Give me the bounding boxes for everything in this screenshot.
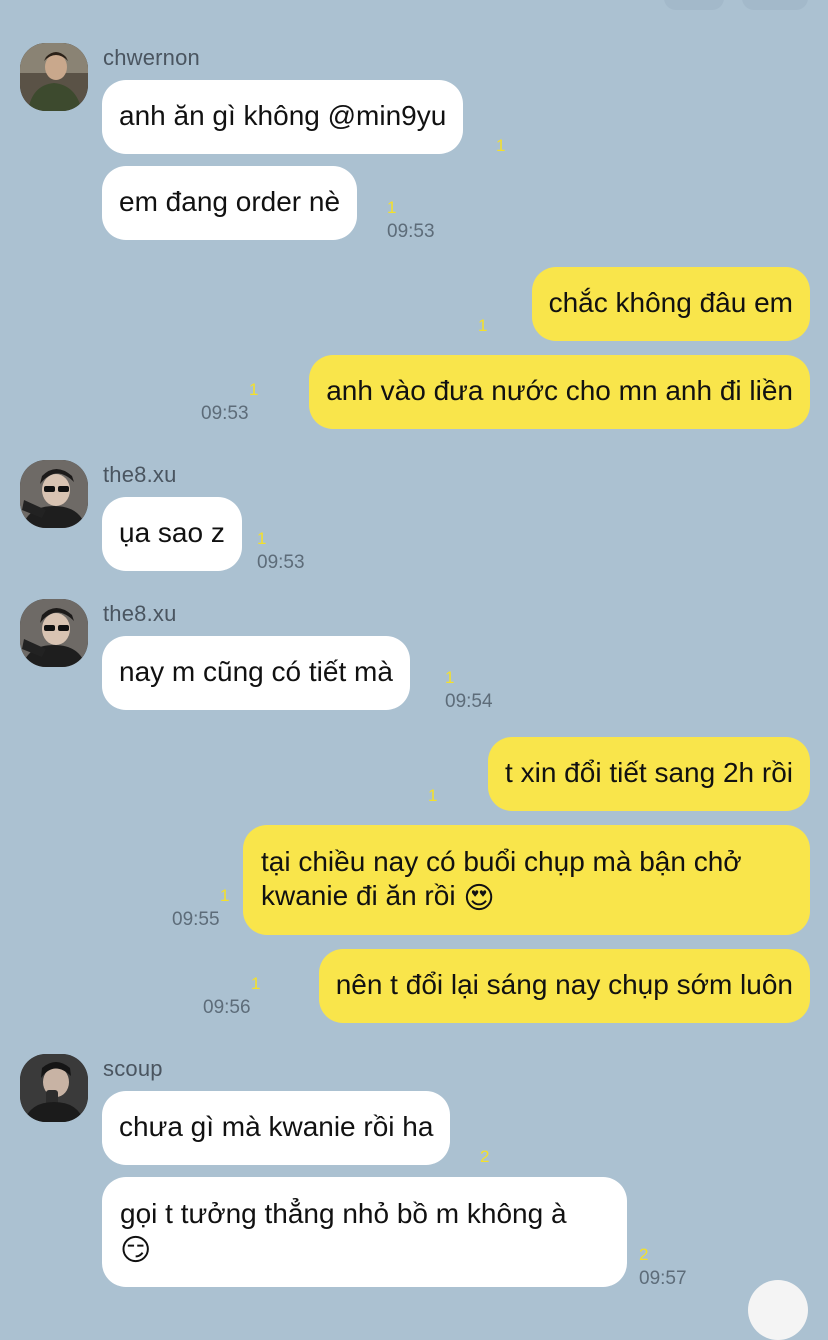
message-text: ụa sao z	[119, 517, 225, 548]
message-text: em đang order nè	[119, 186, 341, 217]
sender-name: the8.xu	[103, 462, 177, 487]
sender-name: the8.xu	[103, 601, 177, 626]
unread-count: 1	[387, 198, 397, 217]
message-bubble-outgoing[interactable]: chắc không đâu em	[531, 267, 810, 341]
message-text-line: kwanie đi ăn rồi	[261, 880, 456, 911]
message-bubble-outgoing[interactable]: t xin đổi tiết sang 2h rồi	[488, 737, 810, 811]
message-text-line: gọi t tưởng thẳng nhỏ bồ m không à	[120, 1198, 567, 1229]
unread-count: 2	[480, 1147, 490, 1166]
avatar-chwernon[interactable]	[20, 43, 88, 111]
message-time: 09:56	[203, 997, 251, 1018]
unread-count: 1	[251, 974, 261, 993]
unread-count: 1	[478, 316, 488, 335]
smirk-emoji: 😏	[120, 1234, 152, 1267]
message-text: nên t đổi lại sáng nay chụp sớm luôn	[335, 969, 793, 1000]
message-time: 09:53	[387, 221, 435, 242]
message-bubble-incoming[interactable]: chưa gì mà kwanie rồi ha	[102, 1091, 451, 1165]
message-time: 09:53	[201, 403, 249, 424]
message-text: anh vào đưa nước cho mn anh đi liền	[326, 375, 793, 406]
message-text: chưa gì mà kwanie rồi ha	[119, 1111, 434, 1142]
message-time: 09:54	[445, 691, 493, 712]
scroll-to-bottom-button[interactable]	[748, 1280, 808, 1340]
message-time: 09:53	[257, 552, 305, 573]
message-text: chắc không đâu em	[548, 287, 793, 318]
unread-count: 2	[639, 1245, 649, 1264]
unread-count: 1	[257, 529, 267, 548]
clipped-header-item	[742, 0, 808, 10]
message-text: anh ăn gì không @min9yu	[119, 100, 447, 131]
avatar-scoup[interactable]	[20, 1054, 88, 1122]
message-bubble-outgoing[interactable]: nên t đổi lại sáng nay chụp sớm luôn	[318, 949, 810, 1023]
message-bubble-outgoing[interactable]: tại chiều nay có buổi chụp mà bận chở kw…	[243, 825, 810, 935]
unread-count: 1	[496, 136, 506, 155]
sender-name: chwernon	[103, 45, 200, 70]
message-bubble-incoming[interactable]: em đang order nè	[102, 166, 358, 240]
message-time: 09:57	[639, 1268, 687, 1289]
message-bubble-incoming[interactable]: gọi t tưởng thẳng nhỏ bồ m không à 😏	[102, 1177, 627, 1287]
avatar-the8xu[interactable]	[20, 460, 88, 528]
message-bubble-incoming[interactable]: anh ăn gì không @min9yu	[102, 80, 464, 154]
avatar-the8xu[interactable]	[20, 599, 88, 667]
heart-eyes-emoji: 😍	[463, 882, 495, 915]
message-text: nay m cũng có tiết mà	[119, 656, 393, 687]
unread-count: 1	[249, 380, 259, 399]
unread-count: 1	[220, 886, 230, 905]
message-bubble-incoming[interactable]: ụa sao z	[102, 497, 242, 571]
message-text: t xin đổi tiết sang 2h rồi	[505, 757, 793, 788]
clipped-header-item	[664, 0, 724, 10]
sender-name: scoup	[103, 1056, 163, 1081]
message-bubble-incoming[interactable]: nay m cũng có tiết mà	[102, 636, 410, 710]
unread-count: 1	[445, 668, 455, 687]
message-text-line: tại chiều nay có buổi chụp mà bận chở	[261, 846, 742, 877]
message-time: 09:55	[172, 909, 220, 930]
message-bubble-outgoing[interactable]: anh vào đưa nước cho mn anh đi liền	[309, 355, 810, 429]
unread-count: 1	[428, 786, 438, 805]
